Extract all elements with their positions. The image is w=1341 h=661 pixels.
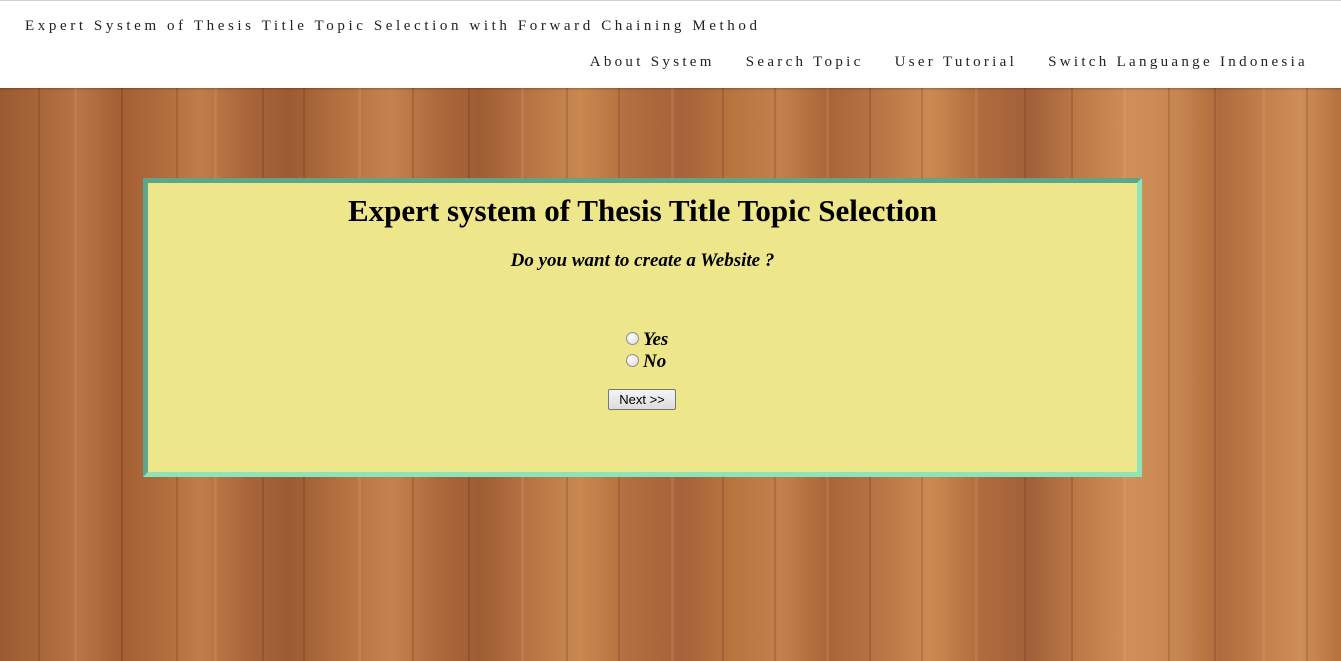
yes-label[interactable]: Yes <box>643 329 668 351</box>
no-label[interactable]: No <box>643 351 666 373</box>
main-nav: About System Search Topic User Tutorial … <box>559 54 1308 71</box>
next-button[interactable]: Next >> <box>608 389 676 410</box>
no-radio[interactable] <box>626 353 639 367</box>
question-text: Do you want to create a Website ? <box>510 250 775 271</box>
nav-user-tutorial[interactable]: User Tutorial <box>895 54 1018 71</box>
nav-search-topic[interactable]: Search Topic <box>746 54 864 71</box>
nav-about-system[interactable]: About System <box>590 54 715 71</box>
option-yes[interactable]: Yes <box>626 329 668 351</box>
yes-radio[interactable] <box>626 331 639 345</box>
top-navbar: Expert System of Thesis Title Topic Sele… <box>0 0 1341 88</box>
nav-switch-language[interactable]: Switch Languange Indonesia <box>1048 54 1308 71</box>
brand-link[interactable]: Expert System of Thesis Title Topic Sele… <box>25 18 761 35</box>
option-no[interactable]: No <box>626 351 668 373</box>
panel-title: Expert system of Thesis Title Topic Sele… <box>347 193 938 228</box>
question-panel: Expert system of Thesis Title Topic Sele… <box>143 178 1142 477</box>
answer-options: Yes No <box>626 329 668 373</box>
